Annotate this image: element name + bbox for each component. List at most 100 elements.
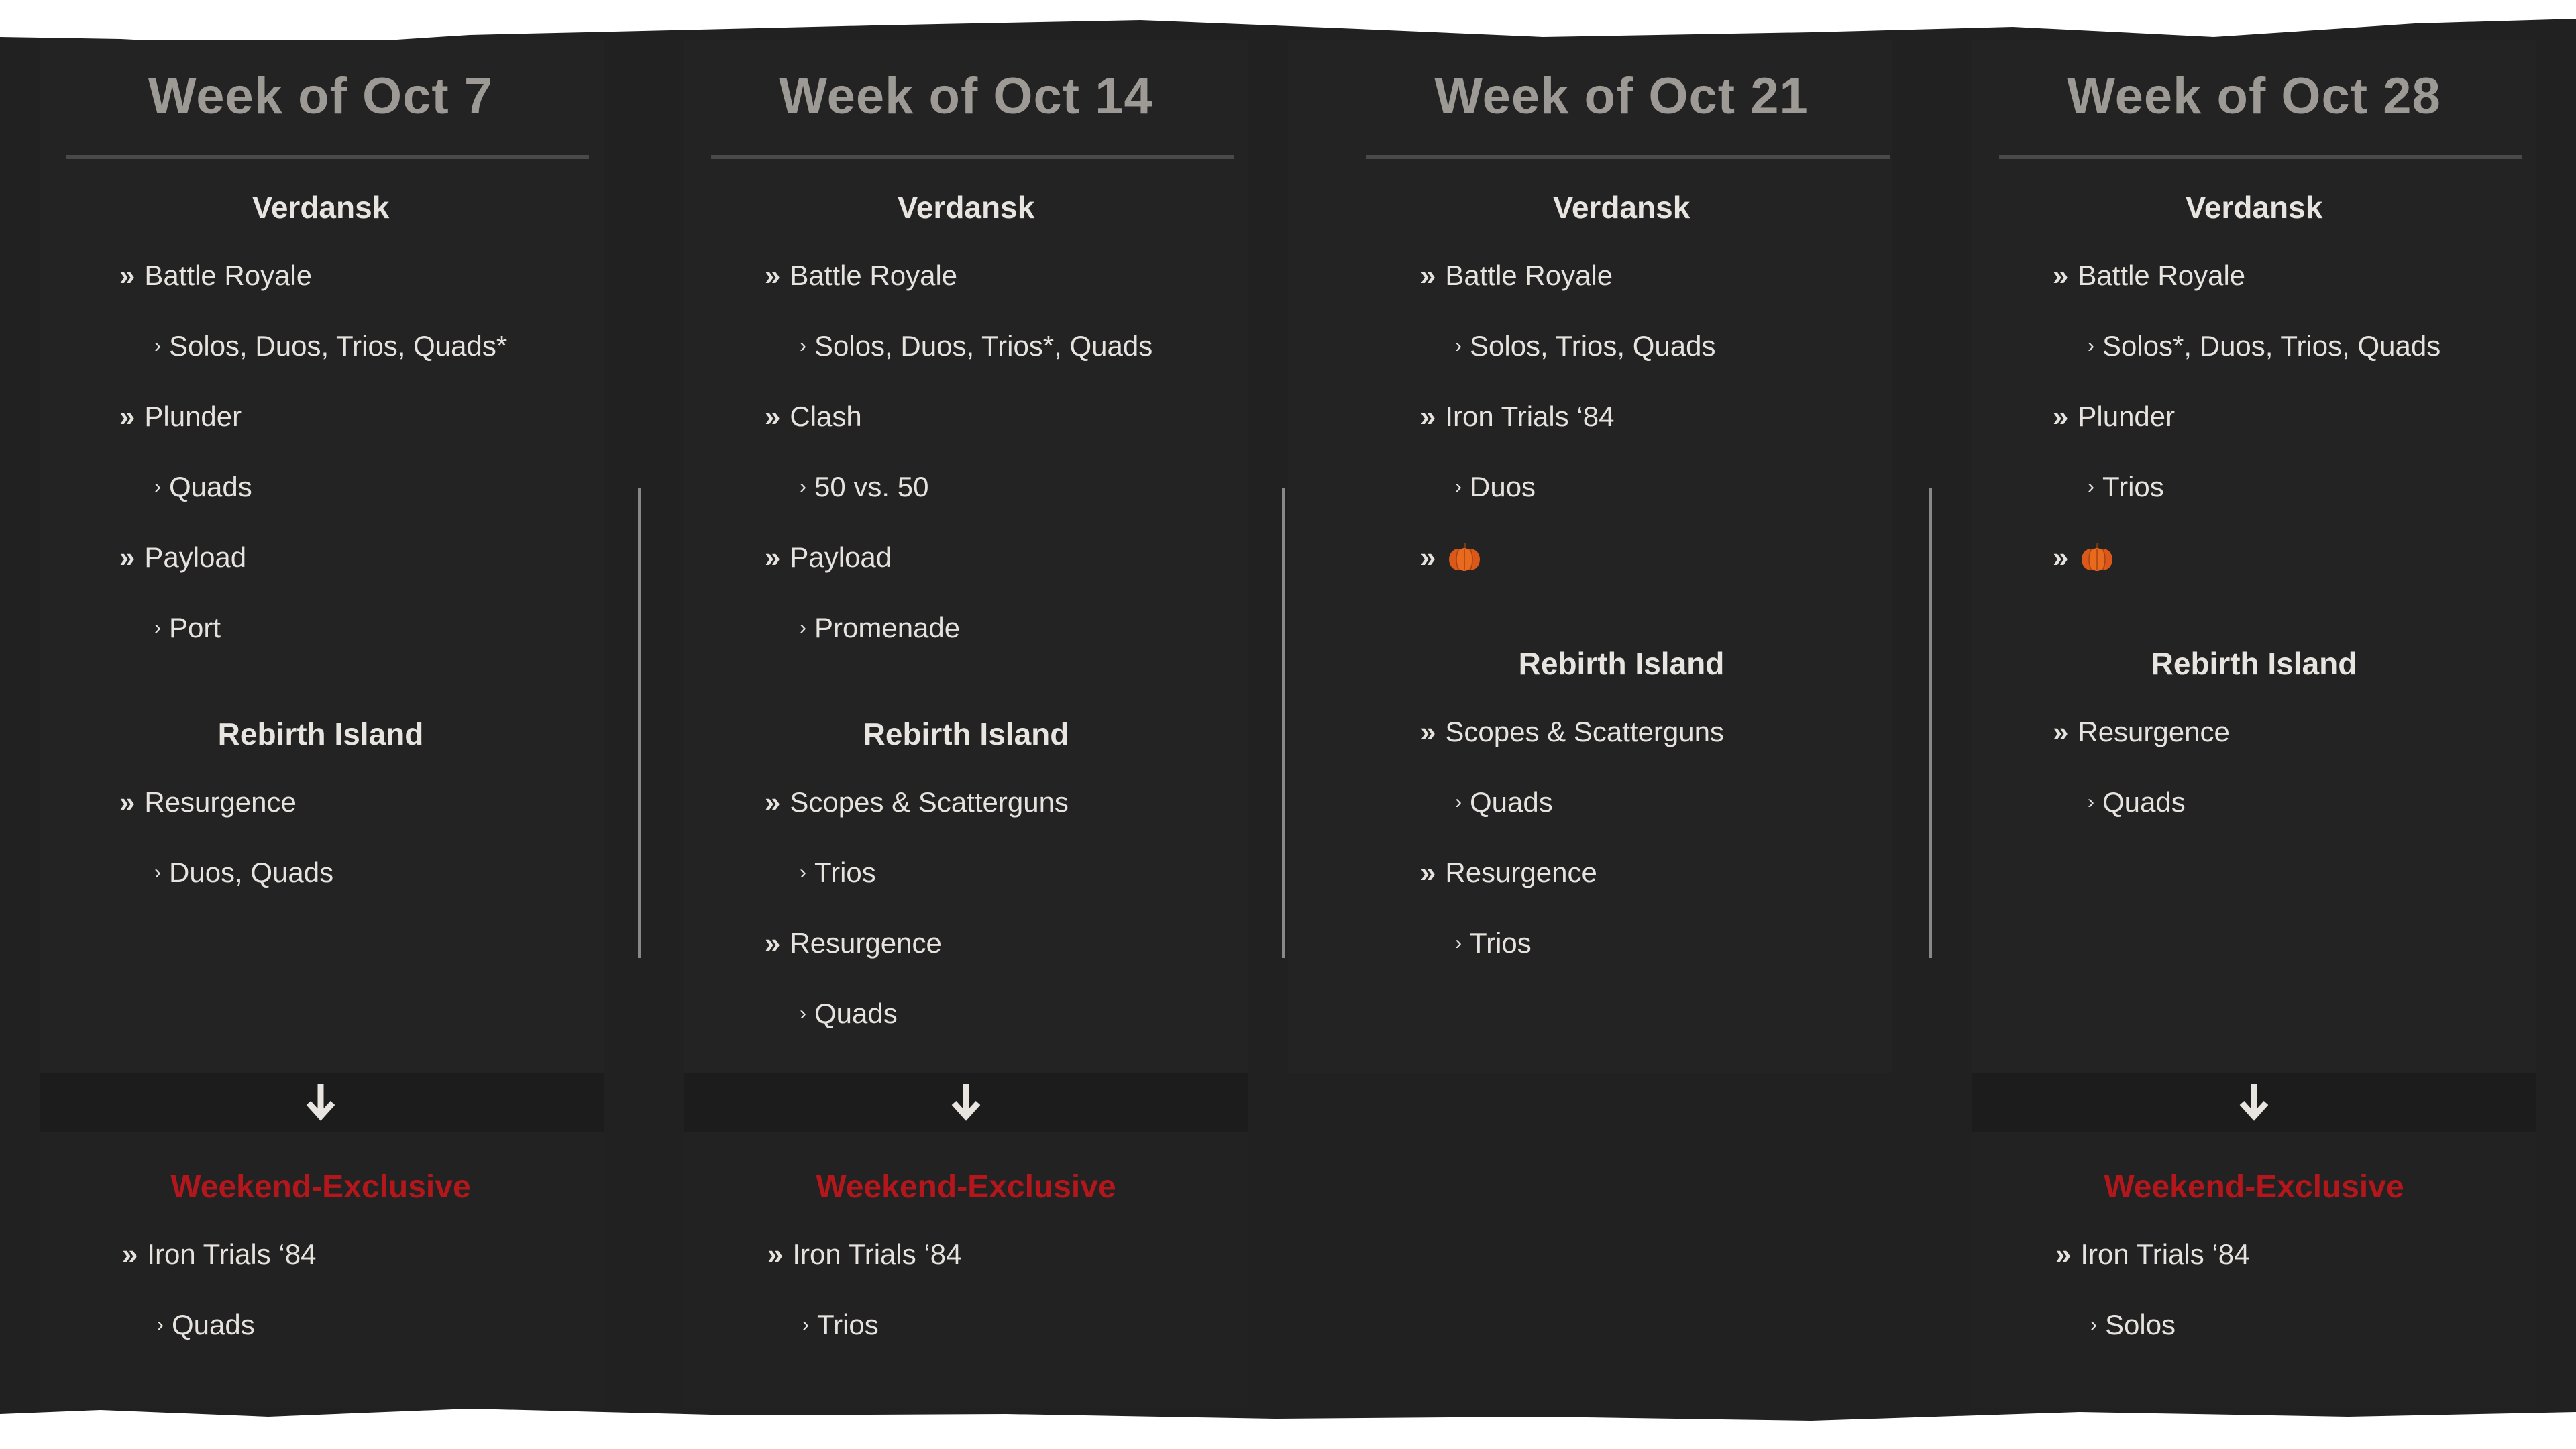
mode-name: Payload	[790, 541, 892, 573]
week-column: Week of Oct 21 Verdansk » Battle Royale › Sol…	[1333, 0, 1910, 1449]
weekend-mode-item: » Iron Trials ‘84	[122, 1238, 316, 1271]
mode-variant: › Solos, Trios, Quads	[1455, 330, 1716, 362]
mode-name: Scopes & Scatterguns	[790, 786, 1069, 818]
variant-text: Solos, Duos, Trios, Quads*	[169, 330, 508, 362]
variant-text: Port	[169, 612, 221, 643]
mode-variant: › Promenade	[800, 612, 960, 644]
variant-text: Trios	[817, 1309, 879, 1340]
mode-variant: › Trios	[2088, 471, 2164, 503]
mode-variant: › Quads	[800, 998, 898, 1030]
week-column: Week of Oct 28 Verdansk » Battle Royale › Sol…	[1966, 0, 2542, 1449]
variant-text: Quads	[1470, 786, 1553, 818]
column-divider	[1282, 488, 1285, 958]
chevron-right-icon: ›	[2088, 791, 2094, 813]
mode-item: » Resurgence	[1420, 857, 1597, 889]
arrow-down-icon	[946, 1081, 986, 1122]
double-chevron-icon: »	[2053, 541, 2069, 573]
weekend-mode-variant: › Trios	[802, 1309, 879, 1341]
mode-variant: › 50 vs. 50	[800, 471, 928, 503]
double-chevron-icon: »	[765, 786, 781, 818]
mode-name: Payload	[144, 541, 247, 573]
mode-item: » Resurgence	[2053, 716, 2230, 748]
variant-text: Quads	[2102, 786, 2186, 818]
week-title: Week of Oct 21	[1434, 68, 1809, 125]
double-chevron-icon: »	[767, 1238, 784, 1270]
weekend-mode-variant: › Quads	[157, 1309, 255, 1341]
column-divider	[638, 488, 641, 958]
mode-item: » Battle Royale	[1420, 260, 1613, 292]
chevron-right-icon: ›	[802, 1313, 809, 1336]
mode-variant: › Solos*, Duos, Trios, Quads	[2088, 330, 2440, 362]
mode-variant: › Duos, Quads	[154, 857, 333, 889]
mode-name: Plunder	[2078, 400, 2176, 432]
variant-text: Duos, Quads	[169, 857, 334, 888]
variant-text: Solos, Duos, Trios*, Quads	[814, 330, 1153, 362]
verdansk-title: Verdansk	[897, 190, 1035, 225]
mode-name: Battle Royale	[2078, 260, 2246, 291]
chevron-right-icon: ›	[2088, 335, 2094, 357]
mode-item: » Payload	[765, 541, 892, 574]
chevron-right-icon: ›	[154, 861, 161, 883]
double-chevron-icon: »	[1420, 400, 1436, 432]
header-rule	[1366, 155, 1890, 159]
weekend-exclusive-title: Weekend-Exclusive	[170, 1169, 471, 1205]
header-rule	[711, 155, 1234, 159]
mode-item: » Resurgence	[765, 927, 942, 959]
column-divider	[1929, 488, 1932, 958]
mode-name: Battle Royale	[790, 260, 958, 291]
variant-text: Solos, Trios, Quads	[1470, 330, 1716, 362]
mode-variant: › Quads	[2088, 786, 2186, 818]
mode-item: » Clash	[765, 400, 862, 433]
mode-variant: › Duos	[1455, 471, 1536, 503]
mode-name: Iron Trials ‘84	[792, 1238, 962, 1270]
chevron-right-icon: ›	[2090, 1313, 2097, 1336]
weekend-exclusive-title: Weekend-Exclusive	[816, 1169, 1116, 1205]
mode-variant: › Solos, Duos, Trios*, Quads	[800, 330, 1152, 362]
chevron-right-icon: ›	[1455, 476, 1462, 498]
mode-name: Clash	[790, 400, 862, 432]
double-chevron-icon: »	[1420, 857, 1436, 888]
variant-text: Quads	[169, 471, 252, 502]
mode-variant: › Quads	[1455, 786, 1553, 818]
header-rule	[66, 155, 589, 159]
chevron-right-icon: ›	[800, 861, 806, 883]
mode-variant: › Port	[154, 612, 221, 644]
variant-text: Solos*, Duos, Trios, Quads	[2102, 330, 2441, 362]
variant-text: Duos	[1470, 471, 1536, 502]
mode-name: Resurgence	[2078, 716, 2230, 747]
mode-item: » Iron Trials ‘84	[1420, 400, 1614, 433]
mode-item: » Payload	[119, 541, 246, 574]
mode-name: Resurgence	[1445, 857, 1597, 888]
mode-name: Resurgence	[790, 927, 942, 959]
mode-name: Battle Royale	[144, 260, 313, 291]
chevron-right-icon: ›	[1455, 791, 1462, 813]
variant-text: Trios	[2102, 471, 2164, 502]
mode-name: Iron Trials ‘84	[147, 1238, 317, 1270]
chevron-right-icon: ›	[154, 616, 161, 639]
mode-name: Resurgence	[144, 786, 297, 818]
double-chevron-icon: »	[1420, 260, 1436, 291]
double-chevron-icon: »	[1420, 716, 1436, 747]
week-column: Week of Oct 14 Verdansk » Battle Royale › Sol…	[678, 0, 1254, 1449]
pumpkin-icon	[1449, 543, 1481, 571]
chevron-right-icon: ›	[1455, 335, 1462, 357]
chevron-right-icon: ›	[800, 1002, 806, 1024]
variant-text: Quads	[814, 998, 898, 1029]
mode-item: »	[2053, 541, 2116, 574]
verdansk-title: Verdansk	[2185, 190, 2323, 225]
mode-item: » Battle Royale	[119, 260, 312, 292]
chevron-right-icon: ›	[154, 335, 161, 357]
variant-text: Solos	[2105, 1309, 2176, 1340]
rebirth-title: Rebirth Island	[2151, 646, 2357, 681]
double-chevron-icon: »	[2053, 716, 2069, 747]
double-chevron-icon: »	[2055, 1238, 2072, 1270]
mode-item: » Scopes & Scatterguns	[1420, 716, 1724, 748]
week-title: Week of Oct 14	[779, 68, 1153, 125]
rebirth-title: Rebirth Island	[863, 716, 1069, 751]
chevron-right-icon: ›	[2088, 476, 2094, 498]
double-chevron-icon: »	[765, 541, 781, 573]
chevron-right-icon: ›	[800, 335, 806, 357]
mode-variant: › Trios	[800, 857, 876, 889]
weekend-mode-variant: › Solos	[2090, 1309, 2176, 1341]
weekend-exclusive-title: Weekend-Exclusive	[2104, 1169, 2404, 1205]
